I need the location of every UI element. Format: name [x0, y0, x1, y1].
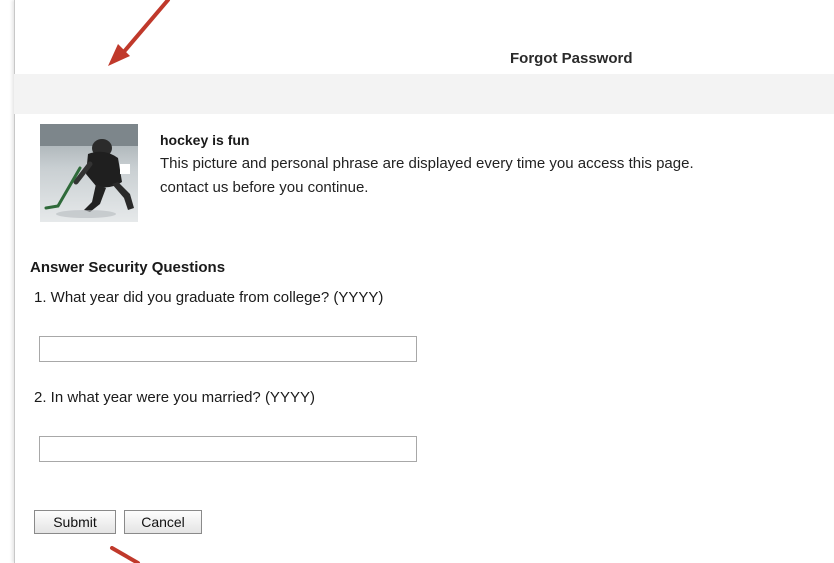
security-image-description: This picture and personal phrase are dis… [160, 152, 830, 200]
title-bar [14, 74, 834, 114]
submit-button[interactable]: Submit [34, 510, 116, 534]
page-title: Forgot Password [510, 50, 633, 67]
description-line-1: This picture and personal phrase are dis… [160, 155, 694, 172]
annotation-arrow-top-icon [108, 0, 170, 66]
question-1-label: 1. What year did you graduate from colle… [34, 289, 384, 306]
security-questions-heading: Answer Security Questions [30, 259, 226, 276]
annotation-arrow-bottom-icon [110, 546, 140, 563]
security-image [40, 124, 138, 222]
hockey-player-icon [40, 124, 138, 222]
personal-phrase: hockey is fun [160, 132, 250, 148]
question-1-answer-input[interactable] [39, 336, 417, 362]
question-2-label: 2. In what year were you married? (YYYY) [34, 389, 315, 406]
cancel-button[interactable]: Cancel [124, 510, 202, 534]
question-2-answer-input[interactable] [39, 436, 417, 462]
description-line-2: contact us before you continue. [160, 179, 369, 196]
